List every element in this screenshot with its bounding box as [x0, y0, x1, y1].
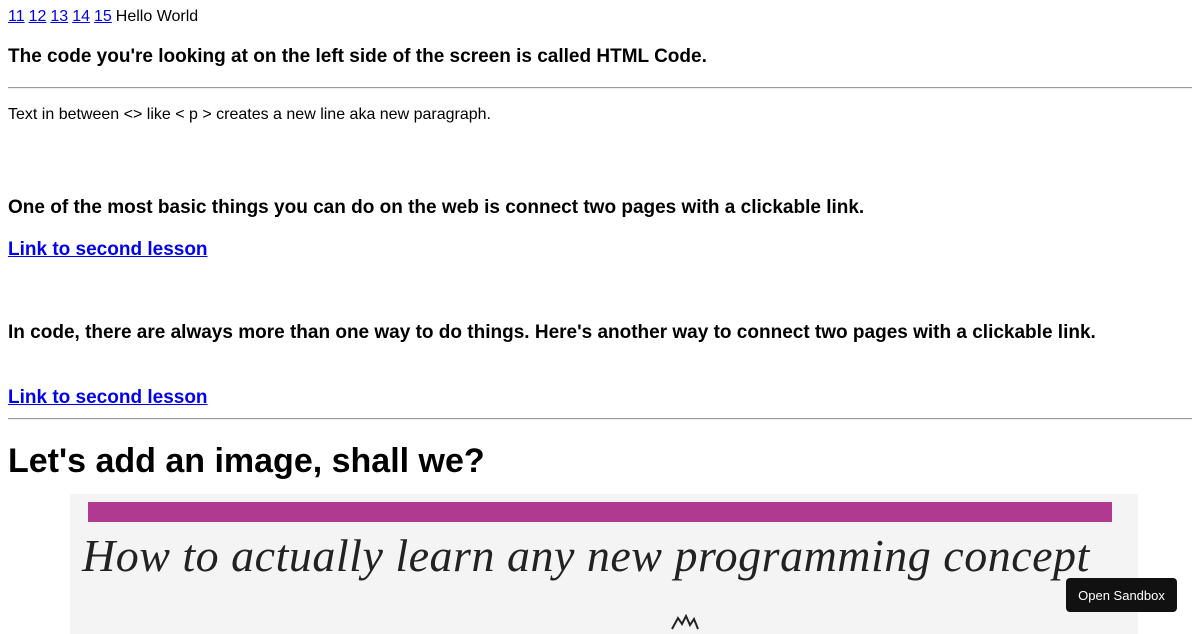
page-link-11[interactable]: 11: [8, 8, 25, 25]
image-section-heading: Let's add an image, shall we?: [8, 442, 485, 480]
heading-another-way: In code, there are always more than one …: [8, 322, 1096, 343]
sketch-icon: [671, 614, 699, 630]
heading-html-code: The code you're looking at on the left s…: [8, 46, 707, 67]
divider-top: [8, 87, 1192, 89]
paragraph-explanation: Text in between <> like < p > creates a …: [8, 106, 491, 123]
heading-basic-link: One of the most basic things you can do …: [8, 197, 865, 218]
open-sandbox-button[interactable]: Open Sandbox: [1066, 578, 1177, 612]
image-top-band: [88, 502, 1112, 522]
divider-middle: [8, 418, 1192, 420]
link-second-lesson-2[interactable]: Link to second lesson: [8, 387, 208, 409]
page-link-12[interactable]: 12: [29, 8, 47, 25]
lesson-image: How to actually learn any new programmin…: [70, 494, 1138, 634]
top-link-row: 11 12 13 14 15 Hello World: [8, 8, 198, 26]
hello-world-text: Hello World: [115, 8, 199, 25]
page-link-15[interactable]: 15: [94, 8, 112, 25]
image-caption-text: How to actually learn any new programmin…: [82, 530, 1090, 581]
link-second-lesson-1[interactable]: Link to second lesson: [8, 239, 208, 261]
page-link-13[interactable]: 13: [50, 8, 68, 25]
page-link-14[interactable]: 14: [72, 8, 90, 25]
